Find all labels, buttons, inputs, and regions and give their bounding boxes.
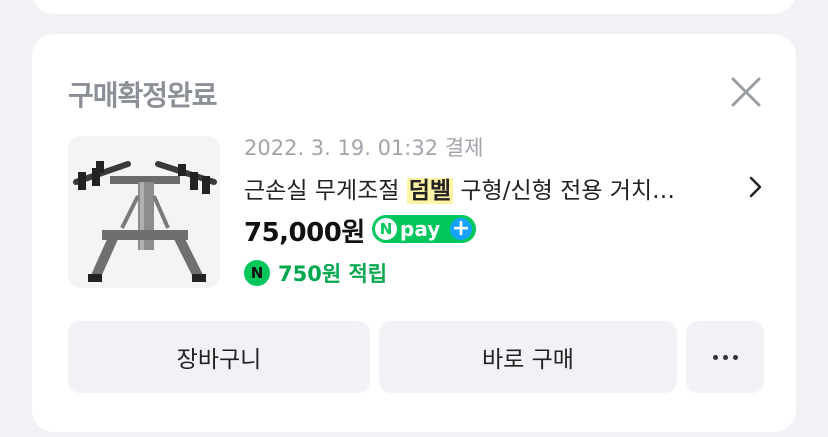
payment-date: 2022. 3. 19. 01:32 결제 [244, 136, 484, 160]
chevron-right-icon [749, 176, 762, 198]
order-card: 구매확정완료 2022. 3. 19. 01:32 결제 근손실 무게조절 덤벨… [32, 34, 796, 432]
product-title-link[interactable]: 근손실 무게조절 덤벨 구형/신형 전용 거치… [244, 171, 764, 205]
points-info: N 750원 적립 [244, 258, 387, 288]
close-icon[interactable] [728, 74, 764, 110]
npay-points-icon: N [244, 260, 270, 286]
plus-icon: + [450, 216, 472, 241]
highlight-keyword: 덤벨 [406, 178, 454, 204]
more-options-button[interactable] [686, 321, 764, 393]
product-title: 근손실 무게조절 덤벨 구형/신형 전용 거치… [244, 178, 676, 204]
npay-plus-badge: N pay + [372, 215, 476, 243]
points-earned: 750원 적립 [278, 262, 388, 286]
price: 75,000원 [244, 218, 365, 248]
npay-logo-icon: N [375, 218, 397, 240]
product-thumbnail[interactable] [68, 136, 220, 288]
buy-now-button[interactable]: 바로 구매 [379, 321, 677, 393]
npay-label: pay [400, 217, 441, 241]
more-dots-icon [712, 354, 738, 360]
previous-order-card [32, 0, 796, 14]
order-status: 구매확정완료 [68, 79, 218, 112]
add-to-cart-button[interactable]: 장바구니 [68, 321, 370, 393]
